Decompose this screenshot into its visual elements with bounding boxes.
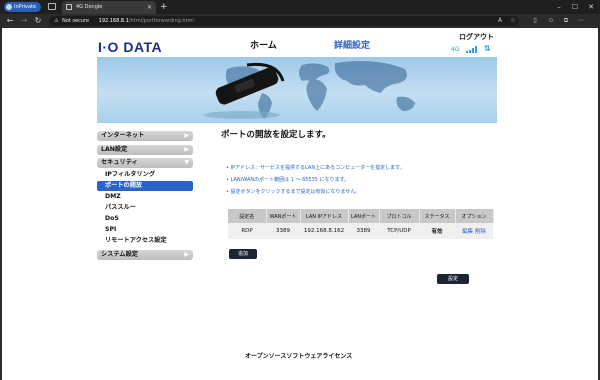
browser-titlebar: InPrivate 4G Dongle ✕ + – ☐ ✕ bbox=[0, 0, 600, 14]
delete-link[interactable]: 削除 bbox=[475, 229, 486, 235]
chevron-right-icon: ▶ bbox=[184, 146, 189, 153]
network-type-label: 4G bbox=[451, 46, 460, 53]
col-header-lan-port: LANポート bbox=[348, 209, 380, 223]
nav-home-link[interactable]: ホーム bbox=[250, 38, 277, 51]
chevron-down-icon: ▼ bbox=[184, 159, 189, 166]
cell-name: RDP bbox=[228, 223, 266, 239]
open-source-license-link[interactable]: オープンソースソフトウェアライセンス bbox=[245, 351, 352, 360]
data-transfer-icon: ⇅ bbox=[484, 44, 491, 53]
maximize-icon[interactable]: ☐ bbox=[568, 0, 582, 14]
sidebar-item-system-settings[interactable]: システム設定 ▶ bbox=[97, 250, 193, 260]
nav-advanced-settings-link[interactable]: 詳細設定 bbox=[334, 38, 370, 51]
page-title: ポートの開放を設定します。 bbox=[221, 130, 331, 140]
not-secure-label: Not secure bbox=[62, 18, 90, 24]
note-apply-required: • 設定ボタンをクリックするまで設定は有効になりません。 bbox=[226, 189, 361, 195]
table-header-row: 設定名 WANポート LAN IPアドレス LANポート プロトコル ステータス… bbox=[228, 209, 494, 223]
url-host: 192.168.8.1 bbox=[98, 18, 129, 24]
collections-icon[interactable]: ⧉ bbox=[561, 14, 571, 28]
browser-tab[interactable]: 4G Dongle ✕ bbox=[62, 1, 156, 14]
port-forwarding-table: 設定名 WANポート LAN IPアドレス LANポート プロトコル ステータス… bbox=[228, 209, 494, 239]
sidebar-item-dmz[interactable]: DMZ bbox=[97, 192, 193, 202]
cell-lan-port: 3389 bbox=[348, 223, 379, 239]
cell-wan-port: 3389 bbox=[266, 223, 300, 239]
sidebar-item-remote-access[interactable]: リモートアクセス設定 bbox=[97, 236, 193, 246]
sidebar-item-spi[interactable]: SPI bbox=[97, 225, 193, 235]
iodata-logo: I·O DATA bbox=[98, 39, 163, 55]
table-row: RDP 3389 192.168.8.162 3389 TCP/UDP 有効 編… bbox=[228, 223, 493, 239]
sidebar-item-lan-settings[interactable]: LAN設定 ▶ bbox=[97, 145, 193, 155]
tab-title: 4G Dongle bbox=[76, 4, 103, 10]
col-header-options: オプション bbox=[455, 209, 494, 223]
close-tab-icon[interactable]: ✕ bbox=[147, 1, 152, 14]
edit-link[interactable]: 編集 bbox=[462, 229, 473, 235]
sidebar-item-label: IPフィルタリング bbox=[105, 171, 156, 178]
sidebar-item-security[interactable]: セキュリティ ▼ bbox=[97, 158, 193, 168]
split-screen-icon[interactable]: ▯ bbox=[530, 14, 540, 28]
signal-strength-icon bbox=[466, 46, 478, 53]
sidebar-item-internet[interactable]: インターネット ▶ bbox=[97, 131, 193, 141]
forward-arrow-icon[interactable]: → bbox=[18, 14, 30, 28]
chevron-right-icon: ▶ bbox=[184, 132, 189, 139]
favorites-icon[interactable]: ✩ bbox=[546, 14, 556, 28]
add-button[interactable]: 追加 bbox=[229, 249, 257, 259]
sidebar-item-label: リモートアクセス設定 bbox=[105, 237, 167, 244]
favorite-star-icon[interactable]: ☆ bbox=[508, 14, 518, 28]
sidebar-item-label: DMZ bbox=[105, 193, 121, 200]
sidebar-item-label: ポートの開放 bbox=[105, 182, 143, 189]
sidebar-item-port-forwarding[interactable]: ポートの開放 bbox=[97, 181, 193, 191]
sidebar-item-passthrough[interactable]: パススルー bbox=[97, 203, 193, 213]
sidebar-item-label: DoS bbox=[105, 215, 119, 222]
window-border-left bbox=[0, 28, 2, 380]
note-port-range: • LAN/WANのポート範囲は 1 〜 65535 になります。 bbox=[226, 177, 350, 183]
sidebar-item-label: インターネット bbox=[101, 132, 145, 139]
sidebar-item-ip-filtering[interactable]: IPフィルタリング bbox=[97, 170, 193, 180]
col-header-name: 設定名 bbox=[228, 209, 267, 223]
refresh-icon[interactable]: ↻ bbox=[32, 14, 44, 28]
browser-toolbar: ← → ↻ ⚠ Not secure 192.168.8.1/html/port… bbox=[0, 14, 600, 28]
sidebar-item-dos[interactable]: DoS bbox=[97, 214, 193, 224]
url-path: /html/portforwarding.html bbox=[128, 18, 194, 24]
new-tab-plus-icon[interactable]: + bbox=[160, 1, 168, 13]
cell-lan-ip: 192.168.8.162 bbox=[300, 223, 348, 239]
more-menu-icon[interactable]: ⋯ bbox=[576, 14, 586, 28]
col-header-lan-ip: LAN IPアドレス bbox=[300, 209, 349, 223]
warning-triangle-icon: ⚠ bbox=[54, 18, 59, 24]
back-arrow-icon[interactable]: ← bbox=[4, 14, 16, 28]
cell-options: 編集 削除 bbox=[455, 223, 493, 239]
chevron-right-icon: ▶ bbox=[184, 251, 189, 258]
header-banner-image bbox=[97, 57, 497, 123]
address-bar[interactable]: ⚠ Not secure 192.168.8.1/html/portforwar… bbox=[49, 16, 519, 26]
col-header-protocol: プロトコル bbox=[379, 209, 420, 223]
sidebar-item-label: LAN設定 bbox=[101, 146, 128, 153]
logout-link[interactable]: ログアウト bbox=[459, 32, 494, 42]
apply-settings-button[interactable]: 設定 bbox=[437, 274, 469, 284]
sidebar-item-label: セキュリティ bbox=[101, 159, 138, 166]
close-window-icon[interactable]: ✕ bbox=[584, 0, 598, 14]
page-favicon-icon bbox=[66, 4, 72, 10]
col-header-status: ステータス bbox=[419, 209, 456, 223]
read-aloud-icon[interactable]: A bbox=[495, 14, 505, 28]
profile-avatar-icon bbox=[6, 4, 12, 10]
tab-actions-icon[interactable] bbox=[48, 3, 56, 10]
inprivate-profile-badge[interactable]: InPrivate bbox=[4, 2, 42, 12]
profile-label: InPrivate bbox=[14, 4, 37, 10]
sidebar-item-label: パススルー bbox=[105, 204, 136, 211]
world-map-dongle-graphic bbox=[204, 61, 415, 119]
note-ip-address: • IPアドレス：サービスを提供するLAN上にあるコンピューターを指定します。 bbox=[226, 165, 405, 171]
sidebar-item-label: SPI bbox=[105, 226, 117, 233]
cell-protocol: TCP/UDP bbox=[379, 223, 419, 239]
cell-status: 有効 bbox=[419, 223, 455, 239]
sidebar-item-label: システム設定 bbox=[101, 251, 138, 258]
col-header-wan-port: WANポート bbox=[266, 209, 301, 223]
minimize-icon[interactable]: – bbox=[552, 0, 566, 14]
